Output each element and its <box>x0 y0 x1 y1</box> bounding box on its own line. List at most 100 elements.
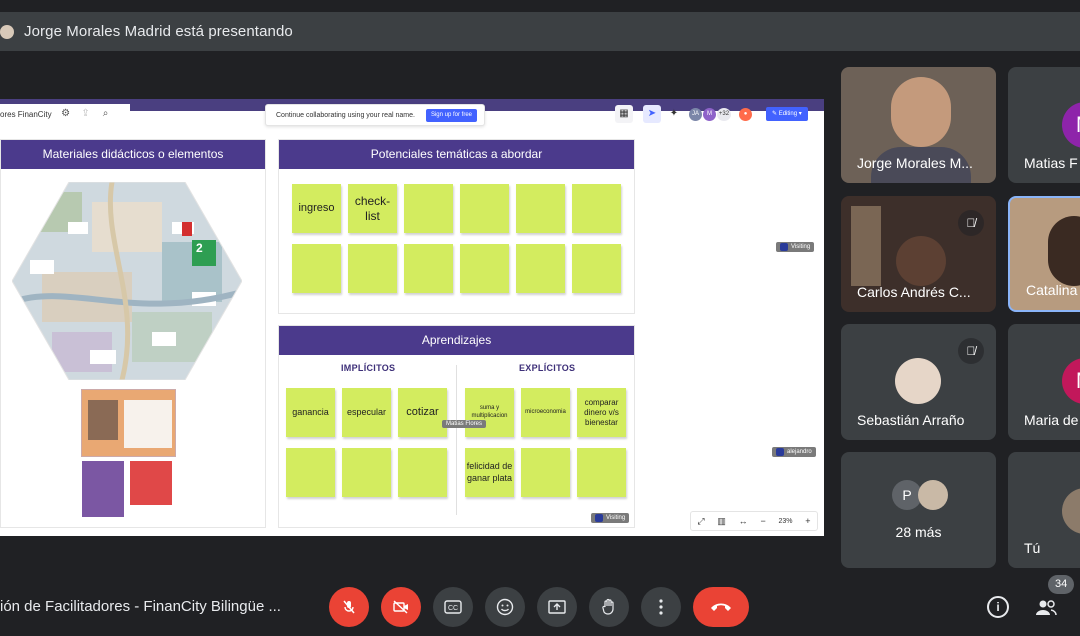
sticky-note[interactable]: suma y multiplicacion <box>465 388 514 437</box>
camera-off-button[interactable] <box>381 587 421 627</box>
people-count-badge: 34 <box>1048 575 1075 594</box>
frame-title: Materiales didácticos o elementos <box>1 140 265 169</box>
sticky-note[interactable]: felicidad de ganar plata <box>465 448 514 497</box>
board-toolbar: ores FinanCity ⚙ ⇪ ⌕ <box>0 104 130 124</box>
search-icon[interactable]: ⌕ <box>100 108 112 120</box>
presenter-bar: Jorge Morales Madrid está presentando <box>0 12 1080 51</box>
sticky-note[interactable] <box>516 184 565 233</box>
sticky-note[interactable] <box>404 244 453 293</box>
visitor-icon <box>780 243 788 251</box>
collab-text: Continue collaborating using your real n… <box>276 111 415 119</box>
collaborator-avatar[interactable]: M <box>703 107 716 121</box>
participant-tile[interactable]: Jorge Morales M... <box>841 67 996 183</box>
editing-button[interactable]: ✎ Editing ▾ <box>766 107 808 121</box>
implicitos-heading: IMPLÍCITOS <box>341 363 396 373</box>
sticky-note[interactable] <box>577 448 626 497</box>
sticky-note[interactable]: comparar dinero v/s bienestar <box>577 388 626 437</box>
sticky-note[interactable]: especular <box>342 388 391 437</box>
collaborator-avatar[interactable]: ● <box>739 107 752 121</box>
people-button[interactable] <box>1034 596 1058 620</box>
celebrate-icon[interactable]: ✦ <box>665 105 683 123</box>
sticky-note[interactable] <box>286 448 335 497</box>
zoom-controls: ⤢ ▥ ↔ − 23% + <box>690 511 818 531</box>
participant-name: Maria de <box>1024 412 1079 428</box>
board-name: ores FinanCity <box>0 109 52 119</box>
captions-button[interactable]: CC <box>433 587 473 627</box>
settings-icon[interactable]: ⚙ <box>60 108 72 120</box>
participant-video <box>891 77 951 147</box>
sticky-note[interactable]: cotizar <box>398 388 447 437</box>
svg-text:CC: CC <box>448 605 458 612</box>
present-screen-button[interactable] <box>537 587 577 627</box>
mic-off-button[interactable] <box>329 587 369 627</box>
sticky-note[interactable] <box>348 244 397 293</box>
fit-width-icon[interactable]: ↔ <box>739 516 748 526</box>
game-board-image <box>12 182 242 380</box>
collab-banner: Continue collaborating using your real n… <box>265 104 485 126</box>
cards-image <box>78 389 178 519</box>
participant-tile[interactable]: M Maria de <box>1008 324 1080 440</box>
zoom-out-button[interactable]: − <box>760 516 765 526</box>
participant-avatar: M <box>1062 102 1080 148</box>
fullscreen-icon[interactable]: ⤢ <box>697 516 704 527</box>
sticky-note[interactable]: microeconomia <box>521 388 570 437</box>
cursor-matias: Matias Flores <box>442 420 487 428</box>
participant-tile-active[interactable]: Catalina <box>1008 196 1080 312</box>
more-options-button[interactable] <box>641 587 681 627</box>
editing-label: Editing <box>778 111 798 117</box>
participant-name: Carlos Andrés C... <box>857 284 971 300</box>
participant-tile[interactable]: 🎙̸ Carlos Andrés C... <box>841 196 996 312</box>
sticky-note[interactable] <box>460 184 509 233</box>
apps-icon[interactable]: ▦ <box>615 105 633 123</box>
card-front <box>81 389 176 457</box>
map-icon[interactable]: ▥ <box>717 516 726 527</box>
sticky-note[interactable]: ingreso <box>292 184 341 233</box>
sticky-note[interactable] <box>516 244 565 293</box>
self-tile[interactable]: Tú <box>1008 452 1080 568</box>
collaborator-count[interactable]: +32 <box>717 107 731 121</box>
people-icon <box>1036 600 1057 616</box>
participant-video <box>1048 216 1080 286</box>
cursor-visiting: Visiting <box>591 513 630 523</box>
participant-name: Jorge Morales M... <box>857 155 973 171</box>
participant-name: Matias F <box>1024 155 1078 171</box>
select-cursor-icon[interactable]: ➤ <box>643 105 661 123</box>
leave-call-button[interactable] <box>693 587 749 627</box>
meeting-info-button[interactable]: i <box>987 596 1009 618</box>
sticky-note[interactable] <box>342 448 391 497</box>
zoom-in-button[interactable]: + <box>805 516 810 526</box>
cursor-label: Visiting <box>606 515 626 521</box>
export-icon[interactable]: ⇪ <box>80 108 92 120</box>
sticky-note[interactable] <box>398 448 447 497</box>
column-divider <box>456 365 457 515</box>
cursor-label: Visiting <box>791 244 811 250</box>
cursor-label: Matias Flores <box>446 421 483 427</box>
emoji-button[interactable] <box>485 587 525 627</box>
meeting-name: ión de Facilitadores - FinanCity Bilingü… <box>0 598 281 615</box>
raise-hand-button[interactable] <box>589 587 629 627</box>
visitor-icon <box>776 448 784 456</box>
sticky-note[interactable] <box>460 244 509 293</box>
sticky-note[interactable]: ganancia <box>286 388 335 437</box>
zoom-level: 23% <box>778 517 793 525</box>
sticky-note[interactable] <box>572 184 621 233</box>
sticky-note[interactable] <box>292 244 341 293</box>
participant-name: Tú <box>1024 540 1041 556</box>
participant-avatar <box>918 480 948 510</box>
card-red <box>128 459 174 507</box>
participant-name: Catalina <box>1026 282 1078 298</box>
participant-video <box>896 236 946 286</box>
sticky-note[interactable] <box>521 448 570 497</box>
frame-title: Aprendizajes <box>279 326 634 355</box>
sticky-note[interactable] <box>404 184 453 233</box>
participant-avatar <box>895 358 941 404</box>
sticky-note[interactable]: check-list <box>348 184 397 233</box>
signup-button[interactable]: Sign up for free <box>425 109 477 122</box>
participant-tile[interactable]: M Matias F <box>1008 67 1080 183</box>
more-participants-tile[interactable]: P 28 más <box>841 452 996 568</box>
mic-off-icon: 🎙̸ <box>958 210 984 236</box>
sticky-note[interactable] <box>572 244 621 293</box>
collaborator-avatar[interactable]: JA <box>689 107 702 121</box>
participant-tile[interactable]: 🎙̸ Sebastián Arraño <box>841 324 996 440</box>
mic-off-icon: 🎙̸ <box>958 338 984 364</box>
